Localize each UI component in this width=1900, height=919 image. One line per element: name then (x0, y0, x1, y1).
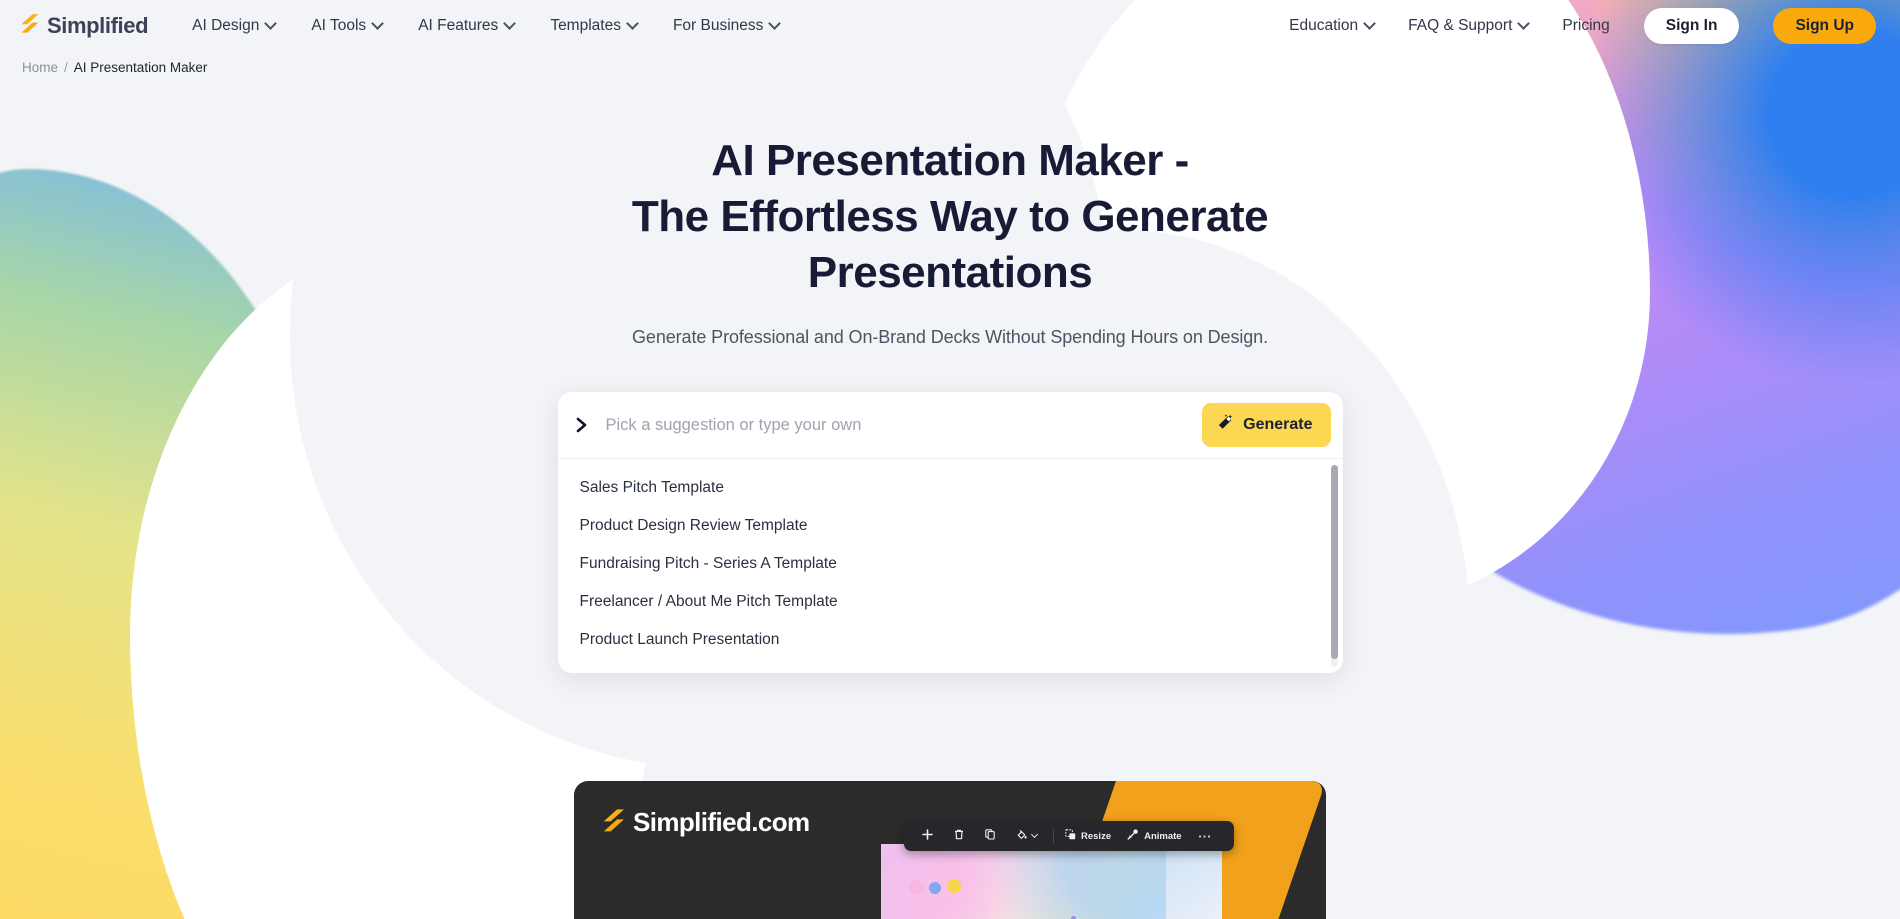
simplified-logo-icon (20, 13, 40, 39)
primary-nav-links: AI Design AI Tools AI Features Templates… (192, 16, 782, 35)
chevron-down-icon (1363, 16, 1376, 30)
hero-section: AI Presentation Maker - The Effortless W… (0, 133, 1900, 348)
secondary-nav-links: Education FAQ & Support Pricing Sign In … (1289, 8, 1876, 44)
page-title-line-2: The Effortless Way to Generate (631, 192, 1269, 241)
animate-label: Animate (1144, 830, 1182, 842)
nav-item-label: AI Features (418, 17, 499, 34)
color-fill-button[interactable] (1008, 829, 1050, 843)
nav-item-label: Pricing (1562, 17, 1610, 34)
breadcrumb-separator: / (64, 60, 68, 75)
breadcrumb-current-page: AI Presentation Maker (73, 60, 208, 75)
duplicate-icon (985, 829, 995, 843)
suggestion-list-scrollbar[interactable] (1330, 465, 1338, 667)
prompt-input[interactable] (605, 409, 1189, 441)
suggestion-list: Sales Pitch Template Product Design Revi… (557, 458, 1343, 673)
prompt-card: Generate Sales Pitch Template Product De… (557, 392, 1343, 673)
suggestion-item[interactable]: Freelancer / About Me Pitch Template (558, 583, 1343, 621)
color-fill-icon (1016, 829, 1027, 843)
nav-item-templates[interactable]: Templates (550, 16, 639, 35)
preview-canvas-right-panel (1166, 844, 1222, 919)
chevron-down-icon (371, 16, 385, 30)
generate-button[interactable]: Generate (1202, 403, 1331, 447)
page-title-line-1: AI Presentation Maker - (711, 136, 1189, 185)
product-preview[interactable]: Simplified.com Resize Animate (574, 781, 1326, 919)
toolbar-divider (1053, 828, 1054, 844)
resize-label: Resize (1081, 830, 1112, 842)
top-navigation-bar: Simplified AI Design AI Tools AI Feature… (0, 0, 1900, 52)
prompt-input-row: Generate (558, 392, 1343, 458)
trash-icon (954, 829, 964, 843)
breadcrumb-home-link[interactable]: Home (22, 60, 58, 75)
page-subtitle: Generate Professional and On-Brand Decks… (632, 327, 1268, 347)
sign-in-button[interactable]: Sign In (1643, 8, 1740, 44)
plus-icon (922, 829, 933, 843)
nav-item-education[interactable]: Education (1289, 16, 1376, 35)
chevron-down-icon (264, 16, 278, 30)
generate-button-label: Generate (1243, 416, 1313, 433)
canvas-dot (909, 880, 924, 895)
page-title: AI Presentation Maker - The Effortless W… (570, 133, 1330, 301)
more-options-button[interactable] (1190, 831, 1224, 842)
nav-item-pricing[interactable]: Pricing (1562, 17, 1609, 35)
duplicate-button[interactable] (977, 829, 1008, 843)
resize-icon (1065, 829, 1076, 843)
canvas-dot (929, 882, 941, 894)
simplified-logo-icon (602, 808, 626, 838)
nav-item-ai-design[interactable]: AI Design (192, 16, 278, 35)
chevron-down-icon (1517, 16, 1531, 30)
suggestion-item[interactable]: Fundraising Pitch - Series A Template (558, 545, 1343, 583)
chevron-down-icon (626, 16, 639, 30)
preview-brand-logo: Simplified.com (602, 807, 810, 838)
delete-button[interactable] (946, 829, 977, 843)
prompt-panel: Generate Sales Pitch Template Product De… (557, 392, 1343, 673)
chevron-down-icon (768, 16, 782, 30)
chevron-down-icon (503, 16, 517, 30)
nav-item-label: FAQ & Support (1408, 17, 1513, 34)
nav-item-faq-support[interactable]: FAQ & Support (1408, 16, 1531, 35)
nav-item-ai-tools[interactable]: AI Tools (311, 16, 385, 35)
nav-item-label: AI Design (192, 17, 260, 34)
animate-button[interactable]: Animate (1119, 829, 1189, 843)
nav-item-ai-features[interactable]: AI Features (418, 16, 517, 35)
page-title-line-3: Presentations (807, 248, 1093, 297)
more-options-icon (1198, 831, 1211, 842)
brand-name: Simplified (47, 13, 149, 38)
nav-item-label: Templates (550, 17, 621, 34)
preview-brand-name: Simplified.com (633, 807, 810, 837)
brand-logo[interactable]: Simplified (20, 13, 149, 39)
add-element-button[interactable] (914, 829, 946, 843)
canvas-dot (947, 879, 961, 893)
canvas-toolbar: Resize Animate (904, 821, 1234, 851)
sign-up-button[interactable]: Sign Up (1773, 8, 1876, 44)
nav-item-label: Education (1289, 17, 1359, 34)
page-root: Simplified AI Design AI Tools AI Feature… (0, 0, 1900, 919)
magic-wand-icon (1217, 414, 1234, 436)
scrollbar-thumb[interactable] (1330, 465, 1338, 659)
breadcrumb: Home / AI Presentation Maker (0, 52, 1900, 75)
resize-button[interactable]: Resize (1057, 829, 1119, 843)
animate-icon (1127, 829, 1139, 843)
nav-item-for-business[interactable]: For Business (672, 16, 782, 35)
preview-canvas (881, 844, 1166, 919)
nav-item-label: AI Tools (311, 17, 367, 34)
suggestion-item[interactable]: Product Design Review Template (558, 507, 1343, 545)
chevron-down-icon (1030, 830, 1039, 838)
suggestion-item[interactable]: Sales Pitch Template (558, 469, 1343, 507)
nav-item-label: For Business (672, 17, 764, 34)
suggestion-item[interactable]: Product Launch Presentation (558, 621, 1343, 659)
chevron-right-icon[interactable] (576, 415, 592, 435)
